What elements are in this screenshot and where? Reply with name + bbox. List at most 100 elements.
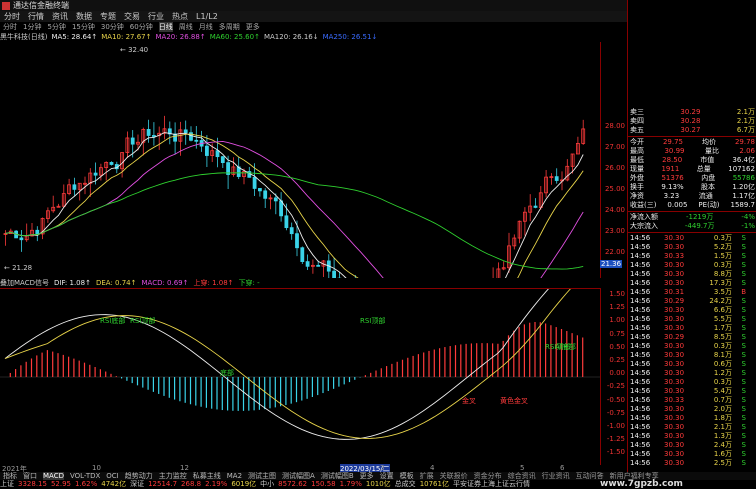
tick-row[interactable]: 14:56 30.30 5.5万 S <box>628 315 756 324</box>
tick-row[interactable]: 14:56 30.33 1.5万 S <box>628 252 756 261</box>
menu-item[interactable]: 数据 <box>76 11 92 22</box>
indicator-tab[interactable]: 主力监控 <box>159 472 187 480</box>
period-tab[interactable]: 日线 <box>158 22 173 32</box>
indicator-tab[interactable]: 测试幅图A <box>282 472 315 480</box>
tick-list[interactable]: 14:56 30.30 0.3万 S 14:56 30.30 5.2万 S 14:56 30.33… <box>628 234 756 468</box>
candle-body <box>273 197 278 202</box>
tick-row[interactable]: 14:56 30.30 2.0万 S <box>628 405 756 414</box>
menu-item[interactable]: 专题 <box>100 11 116 22</box>
high-annotation: ← 32.40 <box>120 46 148 54</box>
macd-legend-item: DEA: 0.74↑ <box>95 279 137 287</box>
indicator-tab[interactable]: 模板 <box>400 472 414 480</box>
indicator-tab[interactable]: 窗口 <box>23 472 37 480</box>
tick-row[interactable]: 14:56 30.30 0.3万 S <box>628 261 756 270</box>
menu-item[interactable]: 热点 <box>172 11 188 22</box>
period-tab[interactable]: 30分钟 <box>101 22 124 32</box>
tick-row[interactable]: 14:56 30.31 3.5万 B <box>628 288 756 297</box>
stat-row: 现量 1911 总量 107162 <box>628 165 756 174</box>
indicator-tab[interactable]: MACD <box>43 472 64 480</box>
kline-chart[interactable]: ← 32.40 ← 21.28 <box>0 42 601 350</box>
candle-body <box>332 270 337 279</box>
indicator-tab[interactable]: 更多 <box>360 472 374 480</box>
menu-item[interactable]: 交易 <box>124 11 140 22</box>
tick-row[interactable]: 14:56 30.29 24.2万 S <box>628 297 756 306</box>
ma-legend-item: MA20: 26.88↑ <box>155 33 206 41</box>
tick-row[interactable]: 14:56 30.30 6.6万 S <box>628 306 756 315</box>
ask-vol: 6.7万 <box>736 126 755 134</box>
period-tab[interactable]: 5分钟 <box>47 22 65 32</box>
tick-price: 30.30 <box>664 450 685 458</box>
stat-label: 最高 <box>630 147 644 155</box>
tick-row[interactable]: 14:56 30.30 5.4万 S <box>628 387 756 396</box>
indicator-tab[interactable]: OCI <box>106 472 118 480</box>
menu-item[interactable]: L1/L2 <box>196 12 218 21</box>
indicator-tab[interactable]: 指标 <box>3 472 17 480</box>
tick-price: 30.30 <box>664 234 685 242</box>
tick-row[interactable]: 14:56 30.30 17.3万 S <box>628 279 756 288</box>
tick-row[interactable]: 14:56 30.30 2.4万 S <box>628 441 756 450</box>
tick-vol: 8.1万 <box>713 351 732 359</box>
sub-tab[interactable]: 关联报价 <box>440 472 468 480</box>
menu-item[interactable]: 资讯 <box>52 11 68 22</box>
tick-vol: 8.5万 <box>713 333 732 341</box>
menu-item[interactable]: 行业 <box>148 11 164 22</box>
tick-time: 14:56 <box>630 306 651 314</box>
tick-row[interactable]: 14:56 30.29 8.5万 S <box>628 333 756 342</box>
ma-legend-item: MA250: 26.51↓ <box>322 33 378 41</box>
tick-time: 14:56 <box>630 252 651 260</box>
tick-row[interactable]: 14:56 30.30 5.2万 S <box>628 243 756 252</box>
period-tab[interactable]: 分时 <box>3 22 17 32</box>
period-tab[interactable]: 更多 <box>246 22 260 32</box>
tick-row[interactable]: 14:56 30.30 0.6万 S <box>628 360 756 369</box>
period-tab[interactable]: 多周期 <box>219 22 240 32</box>
macd-svg[interactable]: RSI底部 RSI顶部 RSI顶部底部金叉RSI顶部AI底部黄色金叉 <box>0 255 600 465</box>
sub-tab[interactable]: 扩展 <box>420 472 434 480</box>
tick-row[interactable]: 14:56 30.30 8.1万 S <box>628 351 756 360</box>
period-tab[interactable]: 1分钟 <box>23 22 41 32</box>
candle-body <box>19 237 24 241</box>
tick-row[interactable]: 14:56 30.30 0.3万 S <box>628 234 756 243</box>
tick-row[interactable]: 14:56 30.30 1.3万 S <box>628 432 756 441</box>
period-tab[interactable]: 周线 <box>179 22 193 32</box>
menu-item[interactable]: 行情 <box>28 11 44 22</box>
macd-chart[interactable]: RSI底部 RSI顶部 RSI顶部 底部 金叉 RSI顶部 AI底部 黄色金叉 <box>0 255 601 465</box>
indicator-tab[interactable]: 私募主线 <box>193 472 221 480</box>
flow-list: 净流入额 -1219万 -4% 大宗流入 -449.7万 -1% <box>628 213 756 231</box>
period-tab[interactable]: 60分钟 <box>130 22 153 32</box>
sub-tab[interactable]: 资金分布 <box>474 472 502 480</box>
tick-price: 30.30 <box>664 459 685 467</box>
current-price-label: 21.36 <box>600 260 623 268</box>
tick-time: 14:56 <box>630 432 651 440</box>
macd-tick: 0.25 <box>609 356 625 364</box>
period-tab[interactable]: 月线 <box>199 22 213 32</box>
indicator-tab[interactable]: 设置 <box>380 472 394 480</box>
indicator-tab[interactable]: VOL-TDX <box>70 472 100 480</box>
tick-row[interactable]: 14:56 30.30 1.6万 S <box>628 450 756 459</box>
tick-time: 14:56 <box>630 297 651 305</box>
tick-price: 30.30 <box>664 414 685 422</box>
ask-list: 卖三 30.29 2.1万 卖四 30.28 2.1万 卖五 30.27 6.7万 <box>628 108 756 135</box>
kline-svg[interactable]: ← 32.40 ← 21.28 <box>0 42 600 350</box>
tick-row[interactable]: 14:56 30.30 2.1万 S <box>628 423 756 432</box>
tick-row[interactable]: 14:56 30.30 1.8万 S <box>628 414 756 423</box>
tick-vol: 17.3万 <box>709 279 732 287</box>
ma-legend-item: 黑牛科技(日线) <box>0 33 48 41</box>
tick-row[interactable]: 14:56 30.33 0.7万 S <box>628 396 756 405</box>
tick-row[interactable]: 14:56 30.30 1.2万 S <box>628 369 756 378</box>
indicator-tab[interactable]: MA2 <box>227 472 242 480</box>
menu-item[interactable]: 分时 <box>4 11 20 22</box>
sub-tab[interactable]: 行业资讯 <box>542 472 570 480</box>
period-tab[interactable]: 15分钟 <box>72 22 95 32</box>
indicator-tab[interactable]: 趋势动力 <box>125 472 153 480</box>
tick-row[interactable]: 14:56 30.30 0.3万 S <box>628 342 756 351</box>
price-tick: 26.00 <box>604 164 625 172</box>
tick-row[interactable]: 14:56 30.30 2.5万 S <box>628 459 756 468</box>
tick-price: 30.30 <box>664 432 685 440</box>
tick-row[interactable]: 14:56 30.30 1.7万 S <box>628 324 756 333</box>
sub-tab[interactable]: 综合资讯 <box>508 472 536 480</box>
tick-row[interactable]: 14:56 30.30 0.3万 S <box>628 378 756 387</box>
stat-label: 外盘 <box>630 174 644 182</box>
indicator-tab[interactable]: 测试幅图B <box>321 472 354 480</box>
indicator-tab[interactable]: 测试主图 <box>248 472 276 480</box>
tick-row[interactable]: 14:56 30.30 8.8万 S <box>628 270 756 279</box>
